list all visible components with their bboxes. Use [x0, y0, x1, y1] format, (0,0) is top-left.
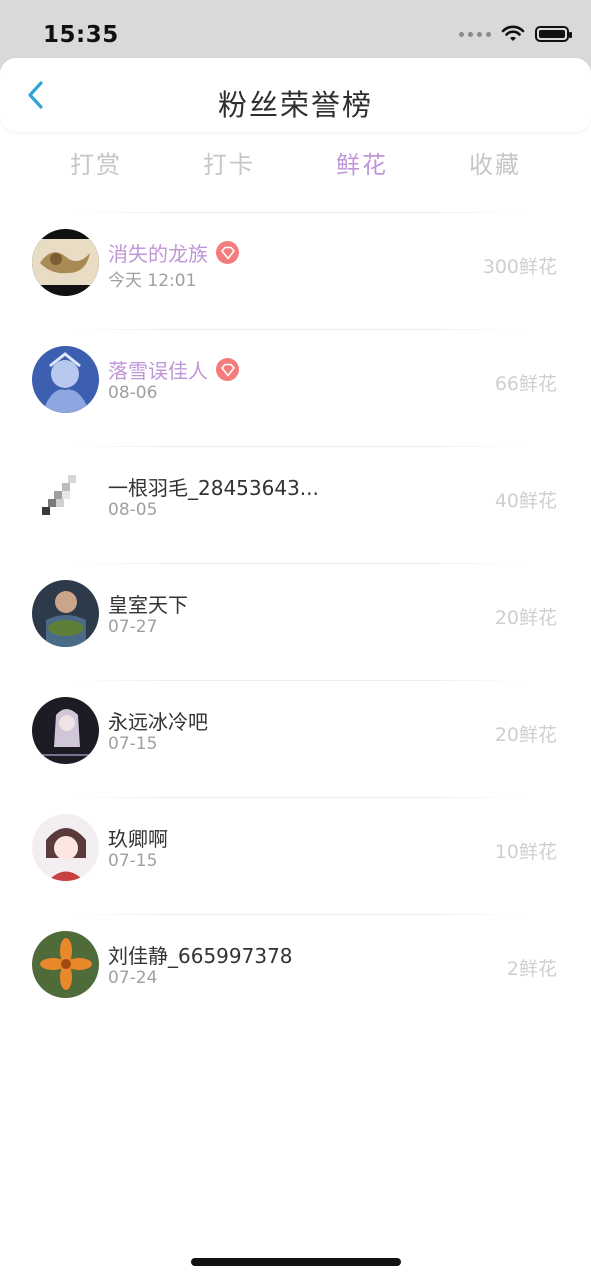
divider: [70, 212, 526, 213]
flower-amount: 2鲜花: [506, 958, 557, 980]
nav-bar: 粉丝荣誉榜: [0, 58, 591, 132]
fan-name: 消失的龙族: [108, 242, 208, 266]
divider: [70, 329, 526, 330]
avatar[interactable]: [32, 814, 99, 881]
fan-date: 07-27: [108, 617, 158, 637]
home-indicator[interactable]: [191, 1258, 401, 1266]
avatar[interactable]: [32, 346, 99, 413]
divider: [70, 914, 526, 915]
fan-date: 07-24: [108, 968, 158, 988]
list-item[interactable]: 一根羽毛_28453643... 08-05 40鲜花: [0, 446, 591, 563]
fan-date: 今天 12:01: [108, 271, 197, 291]
list-item[interactable]: 消失的龙族 今天 12:01 300鲜花: [0, 212, 591, 329]
avatar[interactable]: [32, 580, 99, 647]
battery-icon: [535, 26, 572, 42]
diamond-badge-icon: [216, 358, 239, 381]
fan-date: 08-05: [108, 500, 158, 520]
wifi-icon: [501, 25, 525, 41]
fan-name: 刘佳静_665997378: [108, 944, 293, 968]
page-title: 粉丝荣誉榜: [217, 88, 373, 122]
tab-favorites[interactable]: 收藏: [429, 145, 561, 185]
fan-name: 永远冰冷吧: [108, 710, 208, 734]
tab-checkin[interactable]: 打卡: [163, 145, 295, 185]
divider: [70, 446, 526, 447]
status-time: 15:35: [43, 22, 119, 48]
list-item[interactable]: 落雪误佳人 08-06 66鲜花: [0, 329, 591, 446]
flower-amount: 10鲜花: [494, 841, 557, 863]
status-icons: [459, 25, 572, 43]
avatar[interactable]: [32, 931, 99, 998]
avatar[interactable]: [32, 697, 99, 764]
tab-flowers[interactable]: 鲜花: [296, 145, 428, 185]
divider: [70, 680, 526, 681]
avatar[interactable]: [32, 229, 99, 296]
diamond-badge-icon: [216, 241, 239, 264]
list-item[interactable]: 玖卿啊 07-15 10鲜花: [0, 797, 591, 914]
flower-amount: 20鲜花: [494, 724, 557, 746]
divider: [70, 563, 526, 564]
tab-bar: 打赏 打卡 鲜花 收藏: [30, 145, 561, 185]
list-item[interactable]: 永远冰冷吧 07-15 20鲜花: [0, 680, 591, 797]
fan-date: 08-06: [108, 383, 158, 403]
fan-name: 落雪误佳人: [108, 359, 208, 383]
divider: [70, 797, 526, 798]
tab-reward[interactable]: 打赏: [30, 145, 162, 185]
flower-amount: 300鲜花: [482, 256, 557, 278]
signal-icon: [459, 31, 491, 37]
list-item[interactable]: 皇室天下 07-27 20鲜花: [0, 563, 591, 680]
fan-name: 皇室天下: [108, 593, 188, 617]
flower-amount: 66鲜花: [494, 373, 557, 395]
fan-name: 玖卿啊: [108, 827, 168, 851]
list-item[interactable]: 刘佳静_665997378 07-24 2鲜花: [0, 914, 591, 1031]
flower-amount: 20鲜花: [494, 607, 557, 629]
fan-date: 07-15: [108, 851, 158, 871]
flower-amount: 40鲜花: [494, 490, 557, 512]
fan-list: 消失的龙族 今天 12:01 300鲜花 落雪误佳人 08-06 66鲜花 一根…: [0, 212, 591, 1031]
fan-name: 一根羽毛_28453643...: [108, 476, 319, 500]
fan-date: 07-15: [108, 734, 158, 754]
avatar[interactable]: [32, 463, 99, 530]
